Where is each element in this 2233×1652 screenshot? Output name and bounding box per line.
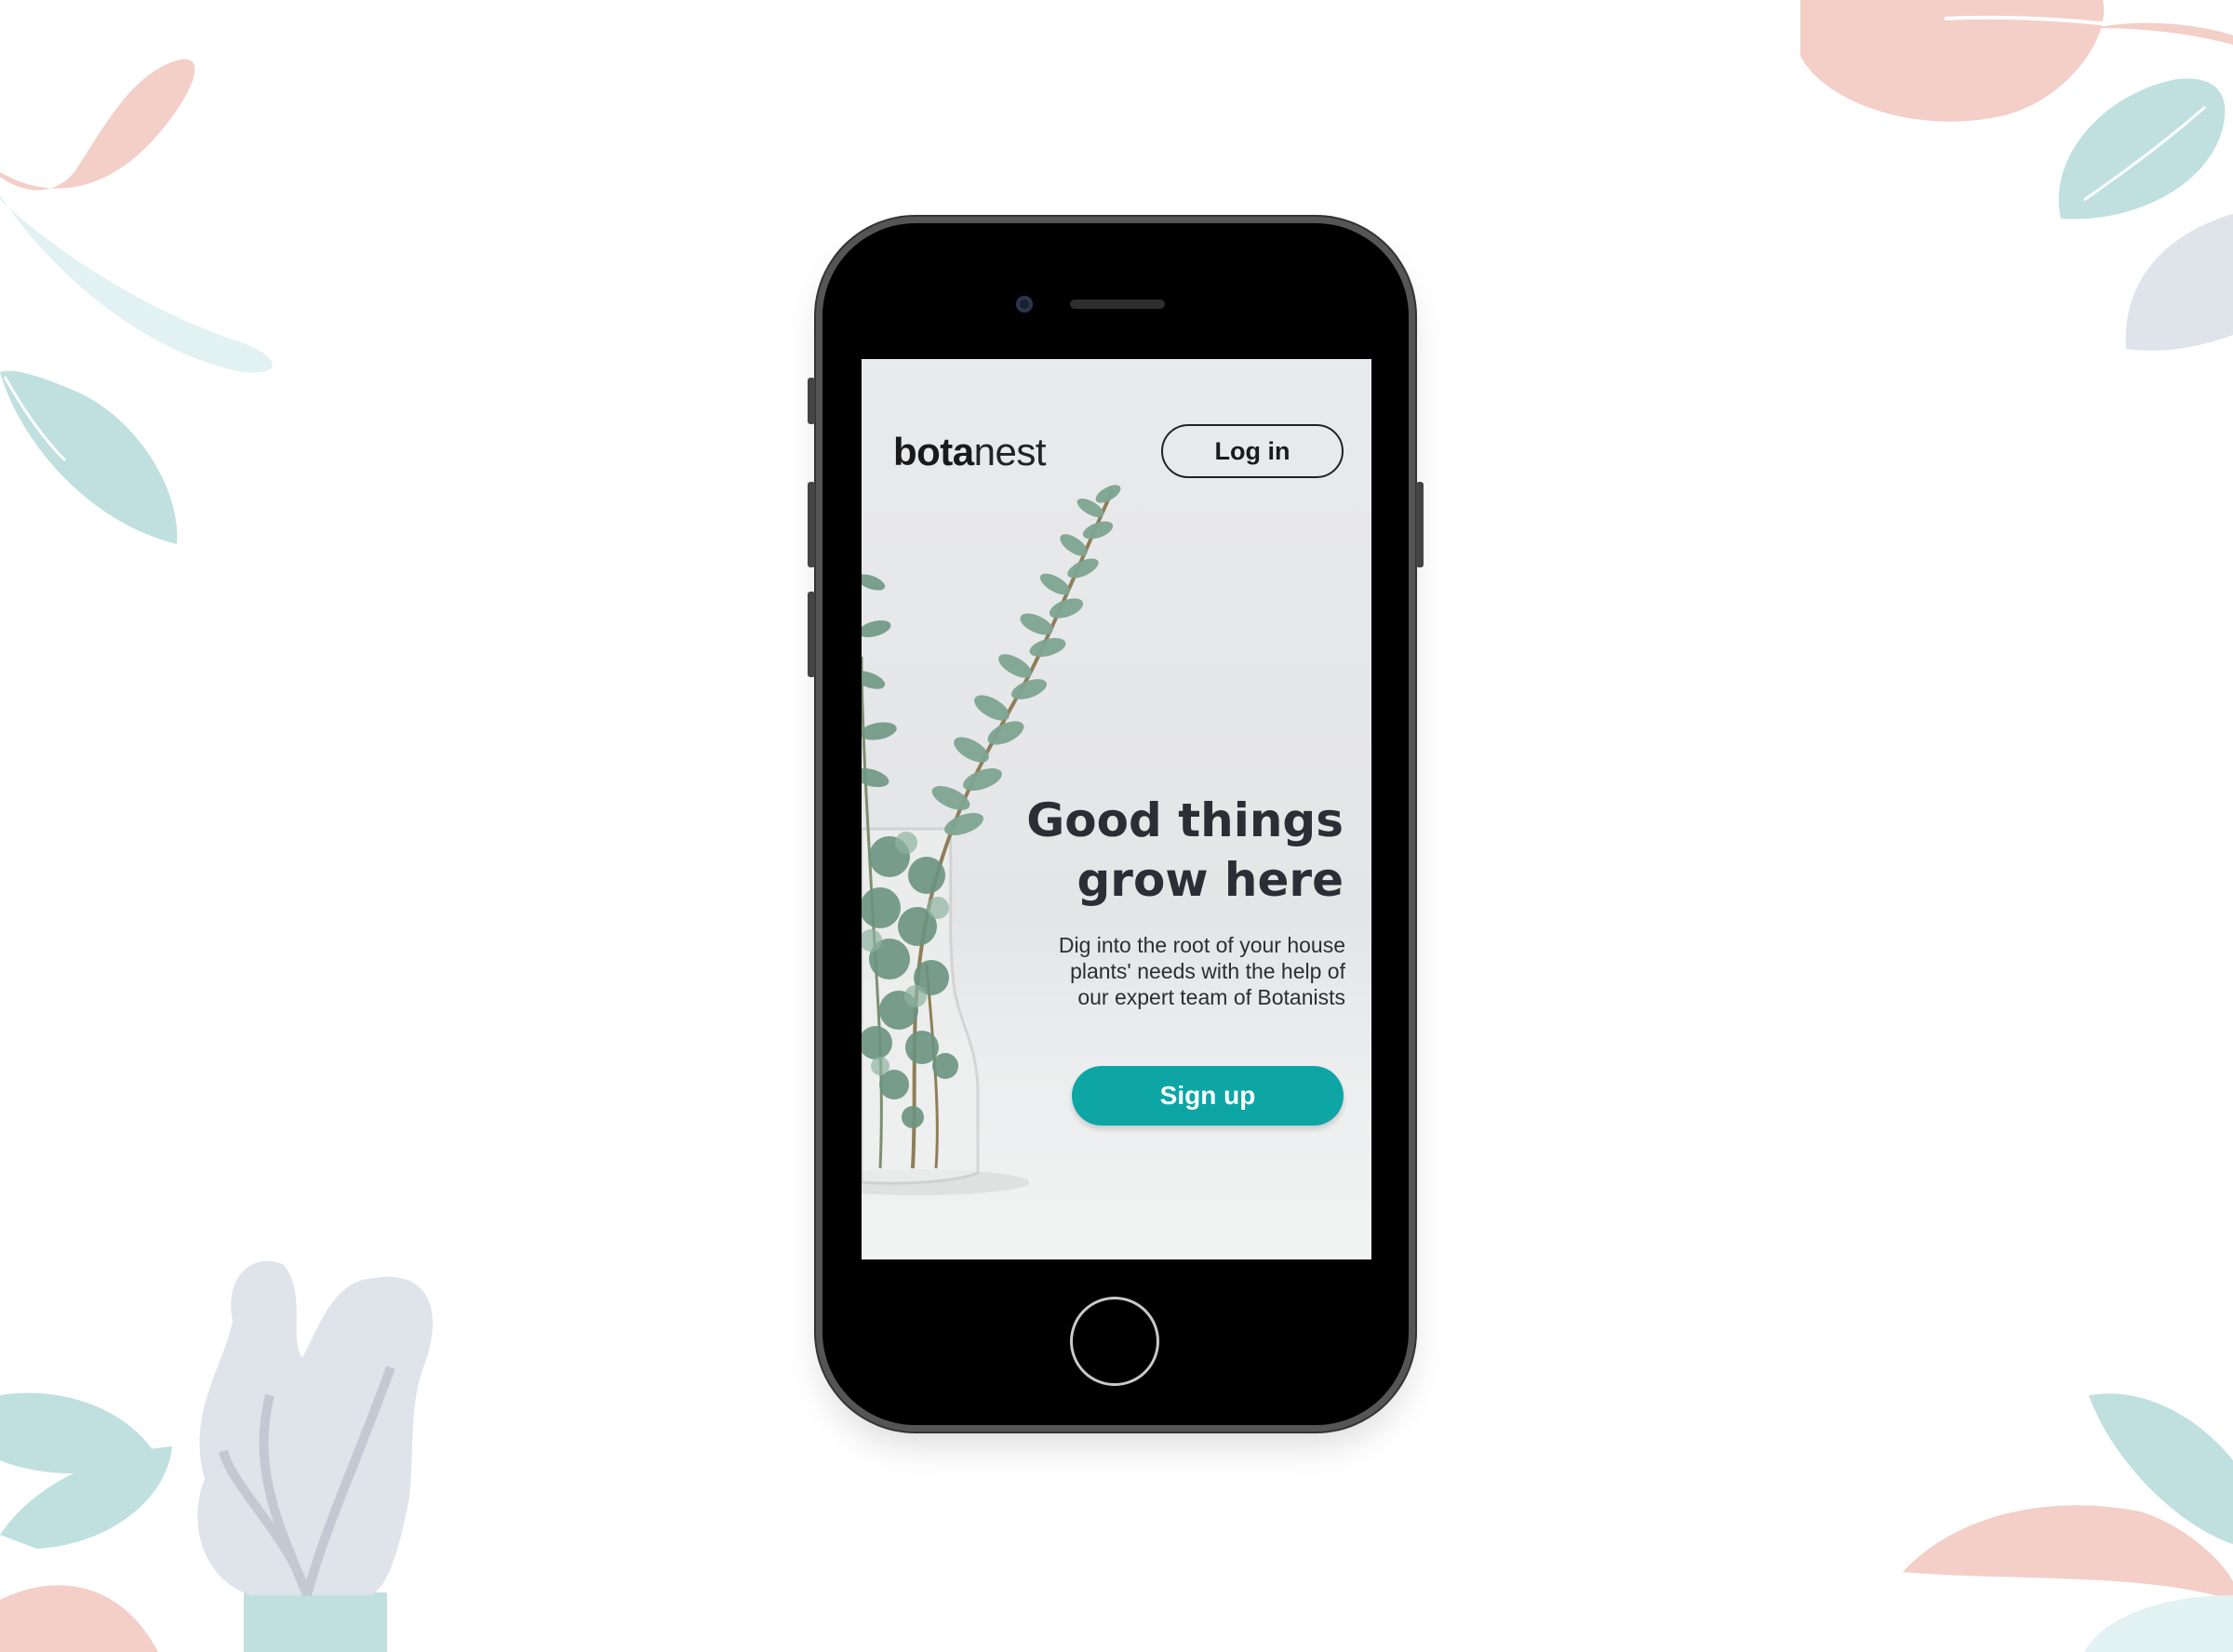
login-button[interactable]: Log in — [1161, 424, 1344, 478]
headline-line-1: Good things — [1026, 793, 1344, 847]
description-line-1: Dig into the root of your house — [1058, 933, 1345, 957]
phone-mockup: botanest Log in Good things grow here Di… — [808, 223, 1424, 1425]
description-line-3: our expert team of Botanists — [1077, 985, 1345, 1009]
leaf-light-teal-top-left — [0, 195, 273, 373]
leaf-grey-top-right — [2125, 214, 2233, 351]
leaf-pink-bottom-right — [1903, 1505, 2233, 1600]
silent-switch — [808, 378, 815, 424]
volume-down-button — [808, 592, 815, 677]
logo-light-part: nest — [973, 430, 1047, 473]
leaf-pink-thin-top-right — [2093, 22, 2233, 45]
description-line-2: plants' needs with the help of — [1070, 959, 1345, 983]
leaf-pink-bottom-left — [0, 1585, 158, 1652]
earpiece-speaker — [1070, 300, 1165, 309]
app-screen: botanest Log in Good things grow here Di… — [862, 359, 1371, 1259]
leaf-pink-top-left — [0, 59, 195, 191]
plant-pot-bottom-left — [244, 1592, 387, 1652]
hero-description: Dig into the root of your house plants' … — [973, 932, 1345, 1010]
hero-headline: Good things grow here — [990, 791, 1344, 910]
app-logo: botanest — [893, 430, 1047, 474]
front-camera — [1016, 296, 1033, 313]
headline-line-2: grow here — [1076, 853, 1344, 907]
home-button[interactable] — [1070, 1297, 1159, 1386]
signup-button[interactable]: Sign up — [1072, 1066, 1344, 1126]
plant-bottom-left — [197, 1260, 434, 1595]
volume-up-button — [808, 482, 815, 567]
power-button — [1416, 482, 1424, 567]
leaf-light-teal-bottom-right — [2084, 1595, 2233, 1652]
leaf-teal-top-right — [2058, 78, 2226, 220]
logo-bold-part: bota — [893, 430, 974, 473]
leaf-teal-top-left — [0, 370, 178, 544]
